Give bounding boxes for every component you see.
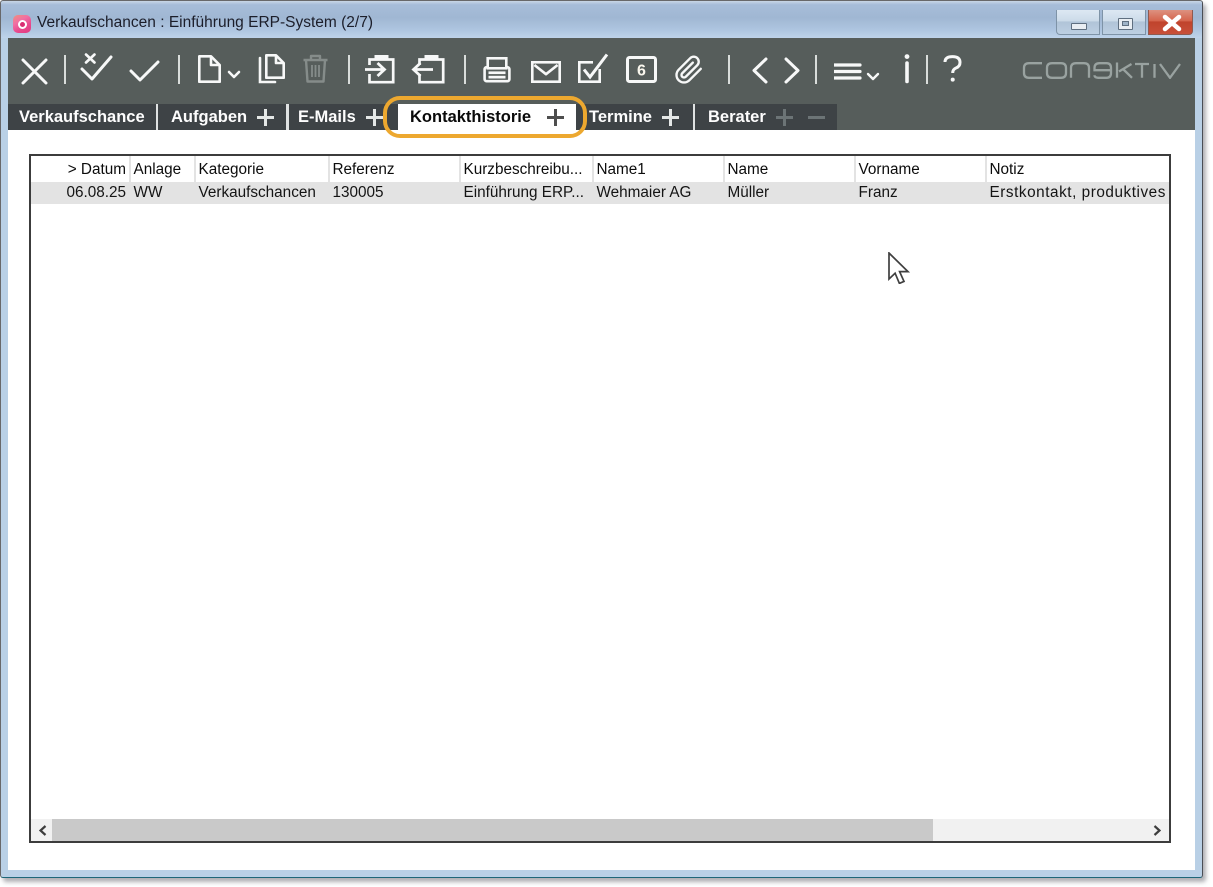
svg-text:6: 6 (637, 63, 646, 80)
